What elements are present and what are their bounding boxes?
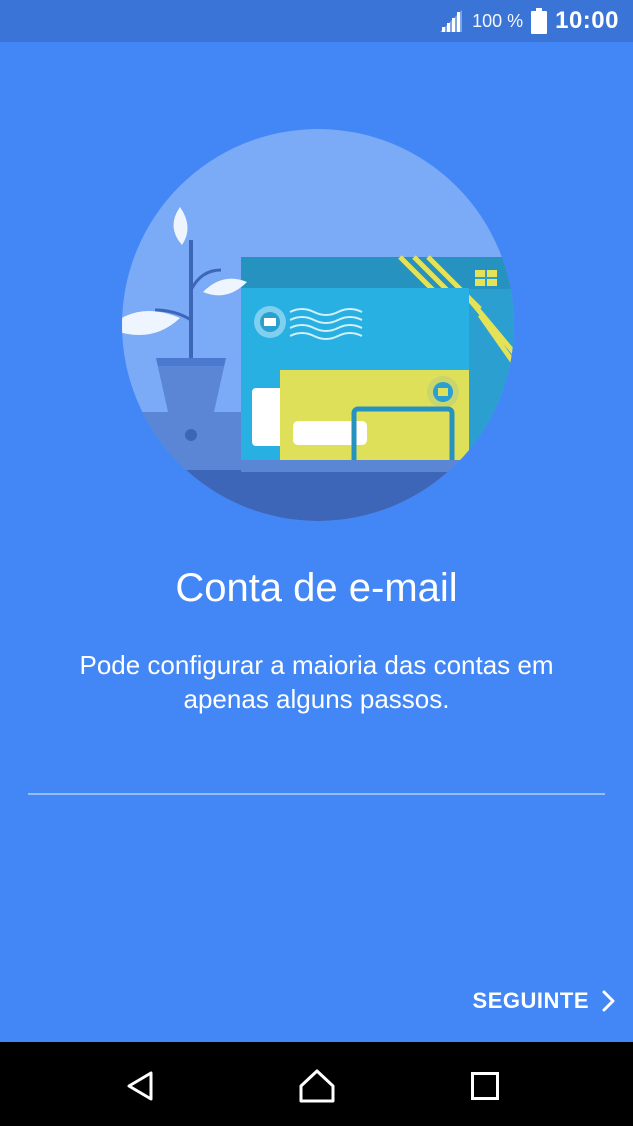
- home-icon: [299, 1069, 335, 1103]
- signal-icon: [440, 10, 463, 32]
- clock: 10:00: [555, 7, 619, 34]
- setup-screen: 100 % 10:00 Conta de e-mail Pode configu…: [0, 0, 633, 1126]
- email-illustration: [122, 129, 514, 521]
- chevron-right-icon: [602, 990, 615, 1012]
- page-description: Pode configurar a maioria das contas em …: [79, 650, 554, 714]
- divider: [28, 793, 605, 795]
- recents-icon: [471, 1072, 499, 1100]
- back-icon: [127, 1071, 153, 1101]
- status-bar: 100 % 10:00: [0, 0, 633, 42]
- recents-button[interactable]: [461, 1064, 509, 1108]
- battery-percent: 100 %: [472, 10, 524, 31]
- home-button[interactable]: [293, 1064, 341, 1108]
- battery-icon: [531, 8, 548, 34]
- next-button[interactable]: SEGUINTE: [473, 980, 621, 1022]
- page-title: Conta de e-mail: [175, 566, 458, 610]
- status-indicators: 100 % 10:00: [438, 0, 619, 42]
- next-button-label: SEGUINTE: [472, 988, 589, 1013]
- back-button[interactable]: [116, 1064, 164, 1108]
- navigation-bar: [0, 1042, 633, 1126]
